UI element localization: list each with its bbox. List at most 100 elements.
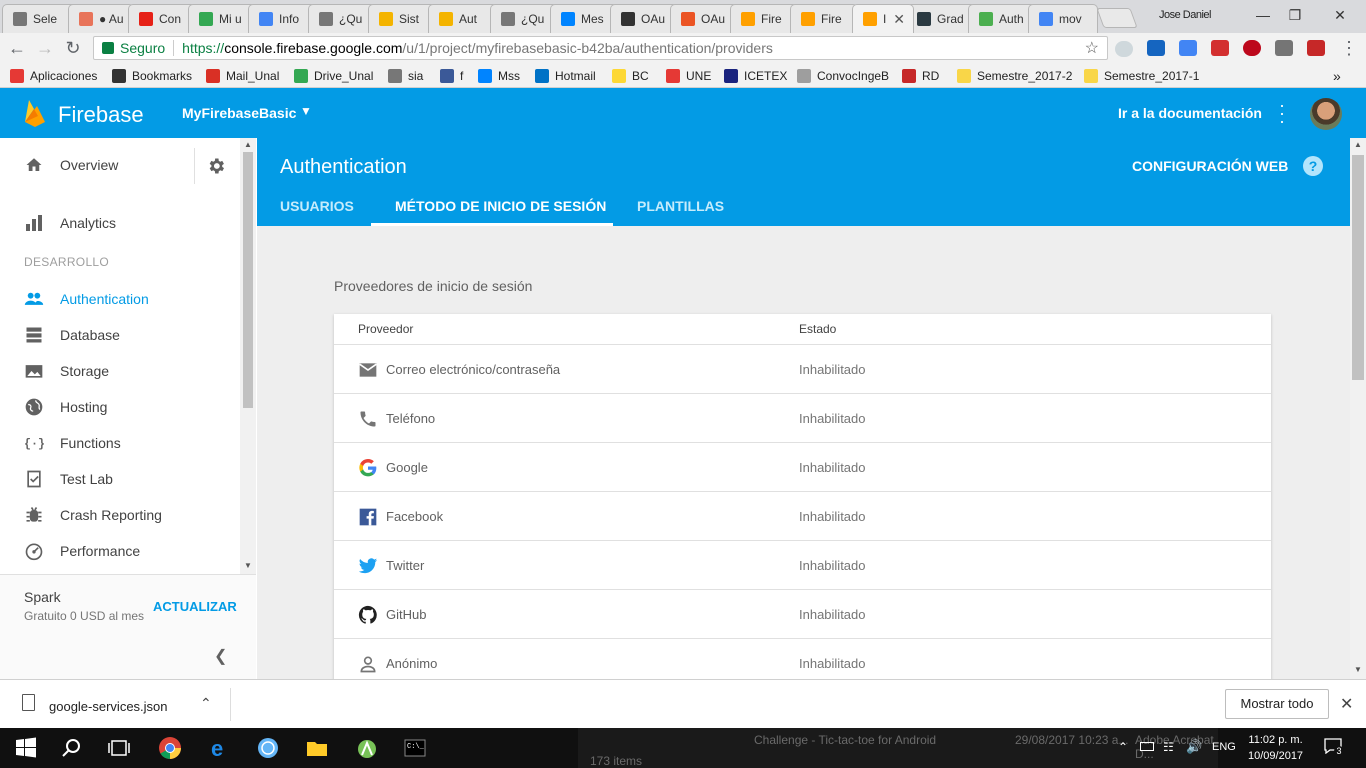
sidebar-item-crash-reporting[interactable]: Crash Reporting: [0, 497, 240, 533]
caret-down-icon[interactable]: ▼: [300, 104, 312, 118]
sidebar-item-test-lab[interactable]: Test Lab: [0, 461, 240, 497]
browser-tab[interactable]: Auth: [968, 4, 1036, 33]
browser-tab[interactable]: Grad: [906, 4, 976, 33]
browser-tab[interactable]: OAu: [670, 4, 738, 33]
tray-chevron-icon[interactable]: ⌃: [1118, 740, 1128, 754]
file-explorer-icon[interactable]: [305, 736, 329, 760]
browser-tab[interactable]: Aut: [428, 4, 498, 33]
show-all-button[interactable]: Mostrar todo: [1225, 689, 1329, 719]
close-window-icon[interactable]: ✕: [1330, 5, 1350, 25]
sidebar-item-authentication[interactable]: Authentication: [0, 281, 240, 317]
search-icon[interactable]: [60, 736, 84, 760]
bookmark-item[interactable]: ConvocIngeB: [797, 67, 889, 84]
browser-tab[interactable]: ¿Qu: [308, 4, 376, 33]
more-options-icon[interactable]: · · ·: [1276, 96, 1288, 130]
more-bookmarks-icon[interactable]: »: [1333, 67, 1341, 84]
bookmark-item[interactable]: Bookmarks: [112, 67, 192, 84]
browser-tab[interactable]: Mi u: [188, 4, 256, 33]
browser-tab[interactable]: Fire: [730, 4, 798, 33]
bag-extension-icon[interactable]: [1275, 40, 1293, 56]
notifications-icon[interactable]: 3: [1324, 738, 1344, 756]
bookmark-item[interactable]: Semestre_2017-2: [957, 67, 1072, 84]
terminal-icon[interactable]: C:\_: [403, 736, 427, 760]
browser-tab[interactable]: Mes: [550, 4, 618, 33]
browser-menu-icon[interactable]: ⋮: [1338, 37, 1360, 59]
bookmark-item[interactable]: Semestre_2017-1: [1084, 67, 1199, 84]
scroll-down-icon[interactable]: ▼: [1354, 665, 1362, 674]
table-row[interactable]: Google Inhabilitado: [334, 443, 1271, 492]
download-item[interactable]: google-services.json: [49, 699, 168, 714]
table-row[interactable]: Correo electrónico/contraseña Inhabilitad…: [334, 345, 1271, 394]
volume-icon[interactable]: 🔊: [1186, 739, 1202, 755]
browser-tab[interactable]: mov: [1028, 4, 1098, 33]
sidebar-scrollbar-thumb[interactable]: [243, 152, 253, 408]
bookmark-item[interactable]: sia: [388, 67, 423, 84]
address-bar[interactable]: Seguro https://console.firebase.google.c…: [93, 36, 1108, 60]
avatar[interactable]: [1310, 98, 1342, 130]
bookmark-item[interactable]: BC: [612, 67, 649, 84]
docs-link[interactable]: Ir a la documentación: [1118, 105, 1262, 121]
help-icon[interactable]: ?: [1303, 156, 1323, 176]
battery-icon[interactable]: [1140, 742, 1154, 751]
translate-extension-icon[interactable]: [1179, 40, 1197, 56]
close-icon[interactable]: ✕: [1340, 694, 1353, 714]
clock[interactable]: 11:02 p. m. 10/09/2017: [1248, 732, 1303, 764]
bookmark-item[interactable]: ICETEX: [724, 67, 787, 84]
bookmark-item[interactable]: Drive_Unal: [294, 67, 373, 84]
android-studio-icon[interactable]: [355, 736, 379, 760]
collapse-sidebar-icon[interactable]: ❮: [214, 646, 227, 666]
tab-users[interactable]: USUARIOS: [280, 198, 354, 214]
scroll-down-icon[interactable]: ▼: [244, 561, 252, 570]
bookmark-item[interactable]: Mss: [478, 67, 520, 84]
minimize-icon[interactable]: —: [1253, 5, 1273, 25]
upgrade-button[interactable]: ACTUALIZAR: [153, 599, 237, 614]
mendeley-extension-icon[interactable]: [1307, 40, 1325, 56]
browser-tab[interactable]: Sele: [2, 4, 78, 33]
calendar-extension-icon[interactable]: [1147, 40, 1165, 56]
close-tab-icon[interactable]: ✕: [893, 11, 905, 28]
table-row[interactable]: Teléfono Inhabilitado: [334, 394, 1271, 443]
video-extension-icon[interactable]: [1211, 40, 1229, 56]
bookmark-star-icon[interactable]: ☆: [1085, 38, 1099, 58]
sidebar-item-database[interactable]: Database: [0, 317, 240, 353]
brand-name[interactable]: Firebase: [58, 102, 144, 128]
table-row[interactable]: Facebook Inhabilitado: [334, 492, 1271, 541]
sidebar-item-overview[interactable]: Overview: [0, 147, 190, 183]
cloud-extension-icon[interactable]: [1115, 41, 1133, 57]
table-row[interactable]: Twitter Inhabilitado: [334, 541, 1271, 590]
firebase-logo-icon[interactable]: [24, 98, 46, 128]
language-indicator[interactable]: ENG: [1212, 741, 1236, 753]
sidebar-item-performance[interactable]: Performance: [0, 533, 240, 569]
sidebar-item-analytics[interactable]: Analytics: [0, 205, 240, 241]
browser-globe-icon[interactable]: [256, 736, 280, 760]
main-scrollbar-thumb[interactable]: [1352, 155, 1364, 380]
project-selector[interactable]: MyFirebaseBasic: [182, 105, 296, 121]
browser-tab[interactable]: Sist: [368, 4, 436, 33]
sidebar-item-storage[interactable]: Storage: [0, 353, 240, 389]
chevron-up-icon[interactable]: ⌃: [200, 695, 212, 712]
browser-tab[interactable]: ¿Qu: [490, 4, 558, 33]
bookmark-item[interactable]: Aplicaciones: [10, 67, 97, 84]
reload-icon[interactable]: ↻: [62, 37, 84, 59]
table-row[interactable]: GitHub Inhabilitado: [334, 590, 1271, 639]
browser-tab[interactable]: Info: [248, 4, 316, 33]
forward-icon[interactable]: →: [34, 37, 56, 59]
tab-sign-in-method[interactable]: MÉTODO DE INICIO DE SESIÓN: [395, 198, 606, 214]
browser-tab[interactable]: ● Au: [68, 4, 134, 33]
pinterest-extension-icon[interactable]: [1243, 40, 1261, 56]
scroll-up-icon[interactable]: ▲: [1354, 140, 1362, 149]
profile-name[interactable]: Jose Daniel: [1159, 9, 1211, 21]
bookmark-item[interactable]: f: [440, 67, 463, 84]
browser-tab[interactable]: I ✕: [852, 4, 914, 33]
bookmark-item[interactable]: UNE: [666, 67, 711, 84]
back-icon[interactable]: ←: [6, 37, 28, 59]
bookmark-item[interactable]: Mail_Unal: [206, 67, 279, 84]
edge-icon[interactable]: e: [208, 736, 232, 760]
browser-tab[interactable]: OAu: [610, 4, 678, 33]
web-config-button[interactable]: CONFIGURACIÓN WEB: [1132, 158, 1288, 174]
sidebar-item-functions[interactable]: {·} Functions: [0, 425, 240, 461]
gear-icon[interactable]: [206, 156, 226, 176]
browser-tab[interactable]: Con: [128, 4, 196, 33]
browser-tab[interactable]: Fire: [790, 4, 858, 33]
network-icon[interactable]: ☷: [1163, 740, 1174, 754]
